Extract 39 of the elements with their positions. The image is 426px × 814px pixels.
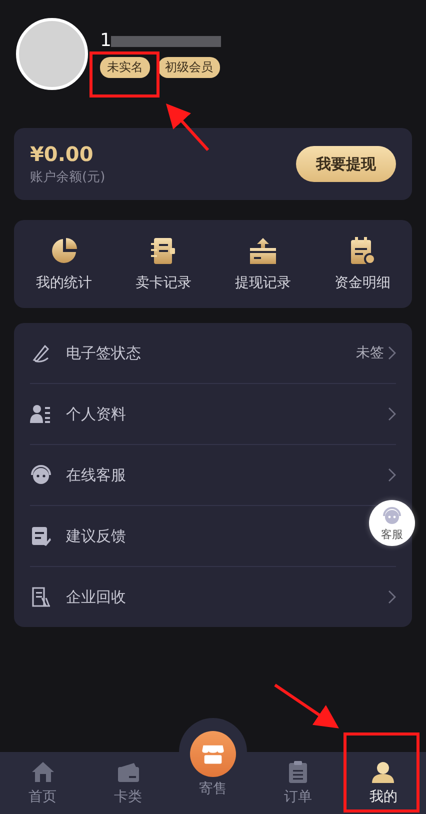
status-badge: 未实名: [100, 57, 150, 78]
headset-icon: [30, 464, 52, 486]
balance-label: 账户余额(元): [30, 169, 106, 186]
nav-tab[interactable]: 我的: [340, 752, 426, 814]
shortcut-label[interactable]: 资金明细: [334, 274, 390, 292]
sign-status: 未签: [356, 344, 384, 362]
document-icon: [30, 586, 52, 608]
withdraw-button[interactable]: 我要提现: [296, 146, 396, 182]
home-icon: [30, 760, 55, 784]
phone-number: 1: [100, 30, 112, 51]
arrow: [274, 684, 339, 728]
arrow: [166, 104, 210, 151]
consign-tab[interactable]: 寄售: [170, 778, 256, 814]
wallet-icon: [116, 760, 140, 784]
shortcut-label[interactable]: 我的统计: [36, 274, 92, 292]
profile-card-icon: [30, 403, 52, 425]
menu-item[interactable]: 在线客服: [66, 466, 126, 484]
shortcut-label[interactable]: 提现记录: [234, 274, 291, 292]
consign-button[interactable]: [190, 731, 236, 777]
note-edit-icon: [30, 525, 52, 547]
menu-item[interactable]: 企业回收: [66, 588, 126, 606]
balance-amount: ¥0.00: [30, 142, 94, 166]
status-badge: 初级会员: [158, 57, 220, 78]
robot-headset-icon: [381, 504, 403, 526]
menu-item[interactable]: 电子签状态: [66, 344, 141, 362]
nav-tab[interactable]: 首页: [0, 752, 86, 814]
menu-item[interactable]: 建议反馈: [66, 526, 126, 546]
shortcut-label[interactable]: 卖卡记录: [135, 274, 192, 292]
chevron-right-icon: [388, 590, 396, 604]
nav-tab[interactable]: 卡类: [85, 752, 170, 814]
tray-upload-icon[interactable]: [248, 236, 278, 266]
highlight-box: [90, 52, 160, 98]
nav-tab[interactable]: 订单: [256, 752, 341, 814]
pen-icon: [30, 342, 52, 364]
chevron-right-icon: [388, 346, 396, 360]
chevron-right-icon: [388, 407, 396, 421]
user-icon: [371, 760, 396, 784]
chevron-right-icon: [388, 468, 396, 482]
menu-item[interactable]: 个人资料: [66, 404, 126, 424]
